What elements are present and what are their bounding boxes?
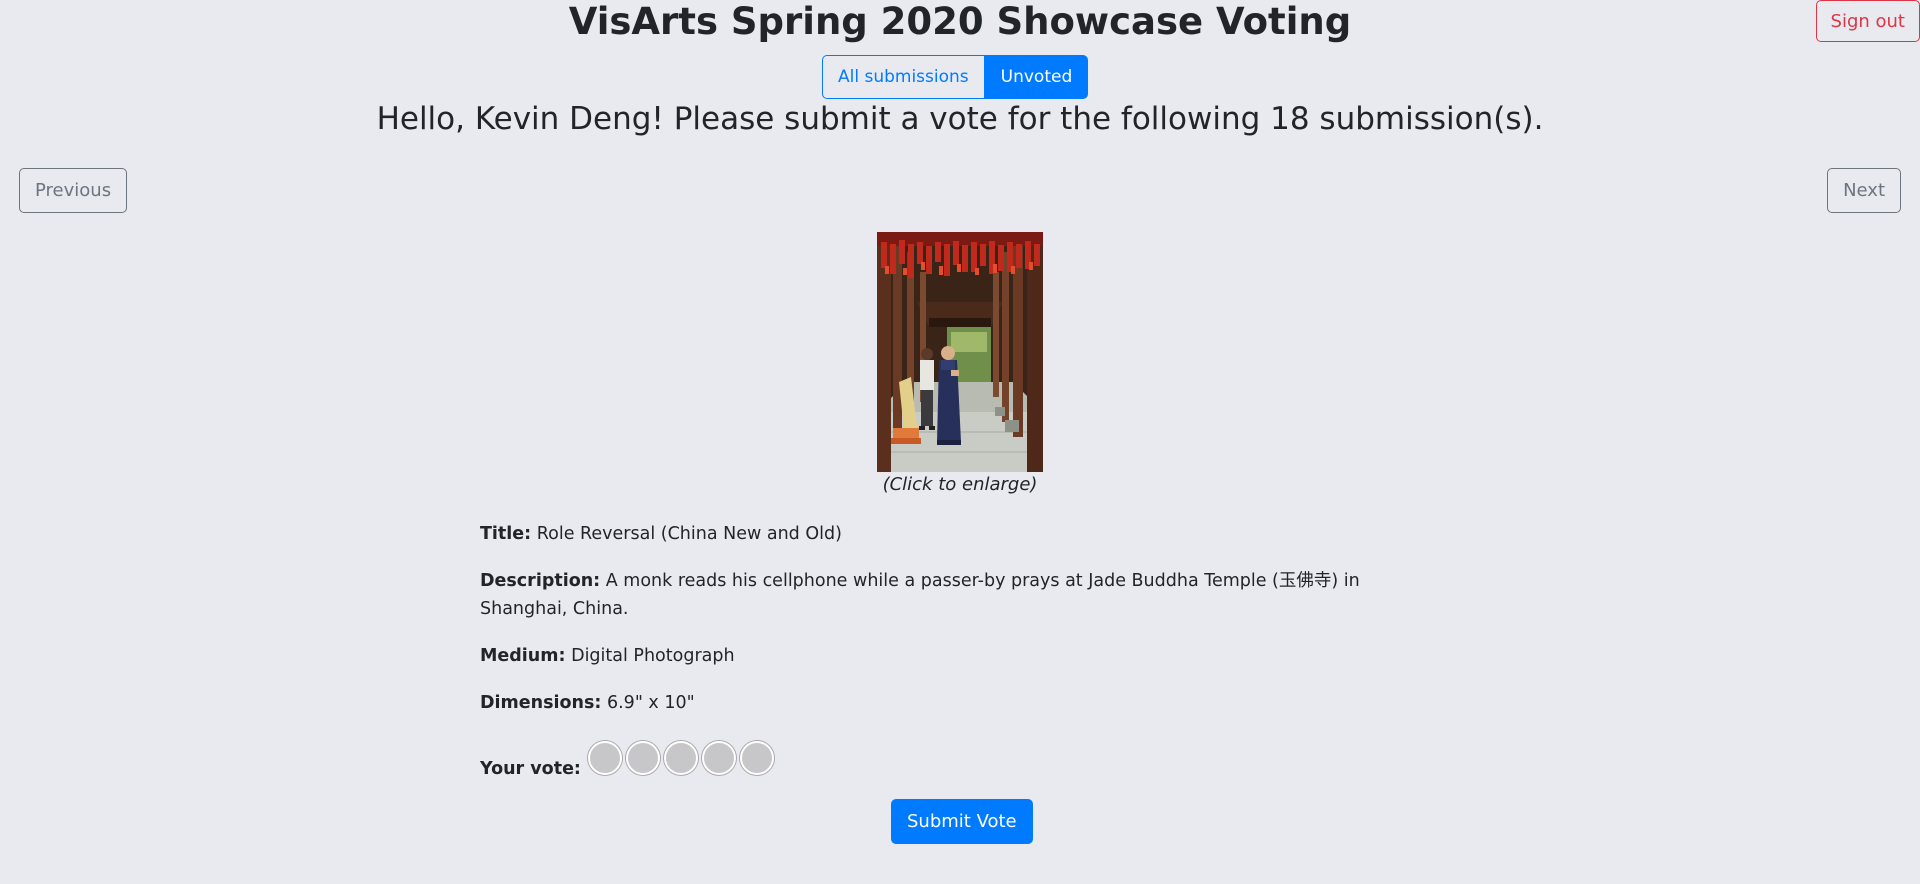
dimensions-value: 6.9" x 10": [606, 693, 695, 713]
temple-photo-image: [877, 232, 1043, 472]
description-label: Description:: [480, 571, 601, 591]
submission-filter-toggle: All submissions Unvoted: [822, 55, 1089, 99]
next-button[interactable]: Next: [1827, 168, 1901, 213]
vote-row: Your vote:: [480, 737, 774, 779]
submission-image[interactable]: [877, 232, 1043, 472]
title-label: Title:: [480, 524, 532, 544]
dimensions-label: Dimensions:: [480, 693, 602, 713]
medium-label: Medium:: [480, 646, 566, 666]
description-row: Description: A monk reads his cellphone …: [480, 567, 1380, 623]
rating-option-2[interactable]: [625, 741, 660, 775]
submit-vote-button[interactable]: Submit Vote: [891, 799, 1033, 844]
title-row: Title: Role Reversal (China New and Old): [480, 520, 1380, 548]
rating-option-3[interactable]: [663, 741, 698, 775]
dimensions-row: Dimensions: 6.9" x 10": [480, 689, 1380, 717]
title-value: Role Reversal (China New and Old): [536, 524, 842, 544]
filter-all-submissions-button[interactable]: All submissions: [822, 55, 985, 99]
sign-out-button[interactable]: Sign out: [1815, 0, 1920, 42]
medium-row: Medium: Digital Photograph: [480, 642, 1380, 670]
voting-page: VisArts Spring 2020 Showcase Voting Sign…: [0, 0, 1920, 884]
rating-selector: [587, 741, 774, 775]
previous-button[interactable]: Previous: [19, 168, 128, 213]
page-title: VisArts Spring 2020 Showcase Voting: [568, 0, 1352, 43]
rating-option-5[interactable]: [739, 741, 774, 775]
submission-details: Title: Role Reversal (China New and Old)…: [480, 520, 1380, 736]
rating-option-1[interactable]: [587, 741, 622, 775]
your-vote-label: Your vote:: [480, 759, 581, 779]
greeting-text: Hello, Kevin Deng! Please submit a vote …: [376, 101, 1544, 137]
medium-value: Digital Photograph: [571, 646, 735, 666]
rating-option-4[interactable]: [701, 741, 736, 775]
description-value: A monk reads his cellphone while a passe…: [480, 571, 1360, 619]
filter-unvoted-button[interactable]: Unvoted: [984, 55, 1089, 99]
click-to-enlarge-caption: (Click to enlarge): [882, 474, 1038, 495]
